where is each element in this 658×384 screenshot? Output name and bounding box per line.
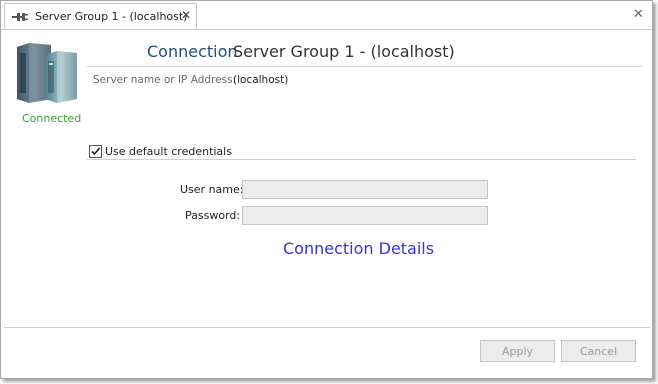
connection-heading: Connection — [147, 42, 238, 61]
connection-status: Connected — [22, 112, 82, 125]
use-default-credentials-checkbox[interactable] — [89, 145, 102, 158]
password-field[interactable] — [242, 206, 488, 225]
tab-close-icon[interactable]: ✕ — [181, 8, 191, 22]
footer-divider — [4, 327, 650, 328]
tab-title: Server Group 1 - (localhost) — [35, 10, 188, 23]
window-close-icon[interactable]: ✕ — [633, 7, 644, 22]
connection-details-link[interactable]: Connection Details — [283, 239, 434, 258]
use-default-credentials-label[interactable]: Use default credentials — [105, 145, 232, 158]
divider — [87, 66, 642, 67]
checkmark-icon — [91, 147, 101, 156]
username-field[interactable] — [242, 180, 488, 199]
server-address-label: Server name or IP Address: — [93, 74, 237, 86]
cancel-button[interactable]: Cancel — [561, 340, 636, 362]
apply-button[interactable]: Apply — [480, 340, 555, 362]
connection-window: Server Group 1 - (localhost) ✕ ✕ Connect… — [0, 0, 653, 379]
plug-connection-icon — [12, 12, 32, 22]
connection-name: Server Group 1 - (localhost) — [233, 42, 455, 61]
server-computers-icon — [15, 41, 85, 105]
password-label: Password: — [185, 209, 241, 222]
tab-strip: Server Group 1 - (localhost) ✕ ✕ — [1, 1, 652, 30]
tab-server-group-1[interactable]: Server Group 1 - (localhost) ✕ — [4, 3, 197, 29]
server-address-value: (localhost) — [233, 74, 289, 86]
username-label: User name: — [180, 183, 244, 196]
divider — [87, 159, 636, 160]
